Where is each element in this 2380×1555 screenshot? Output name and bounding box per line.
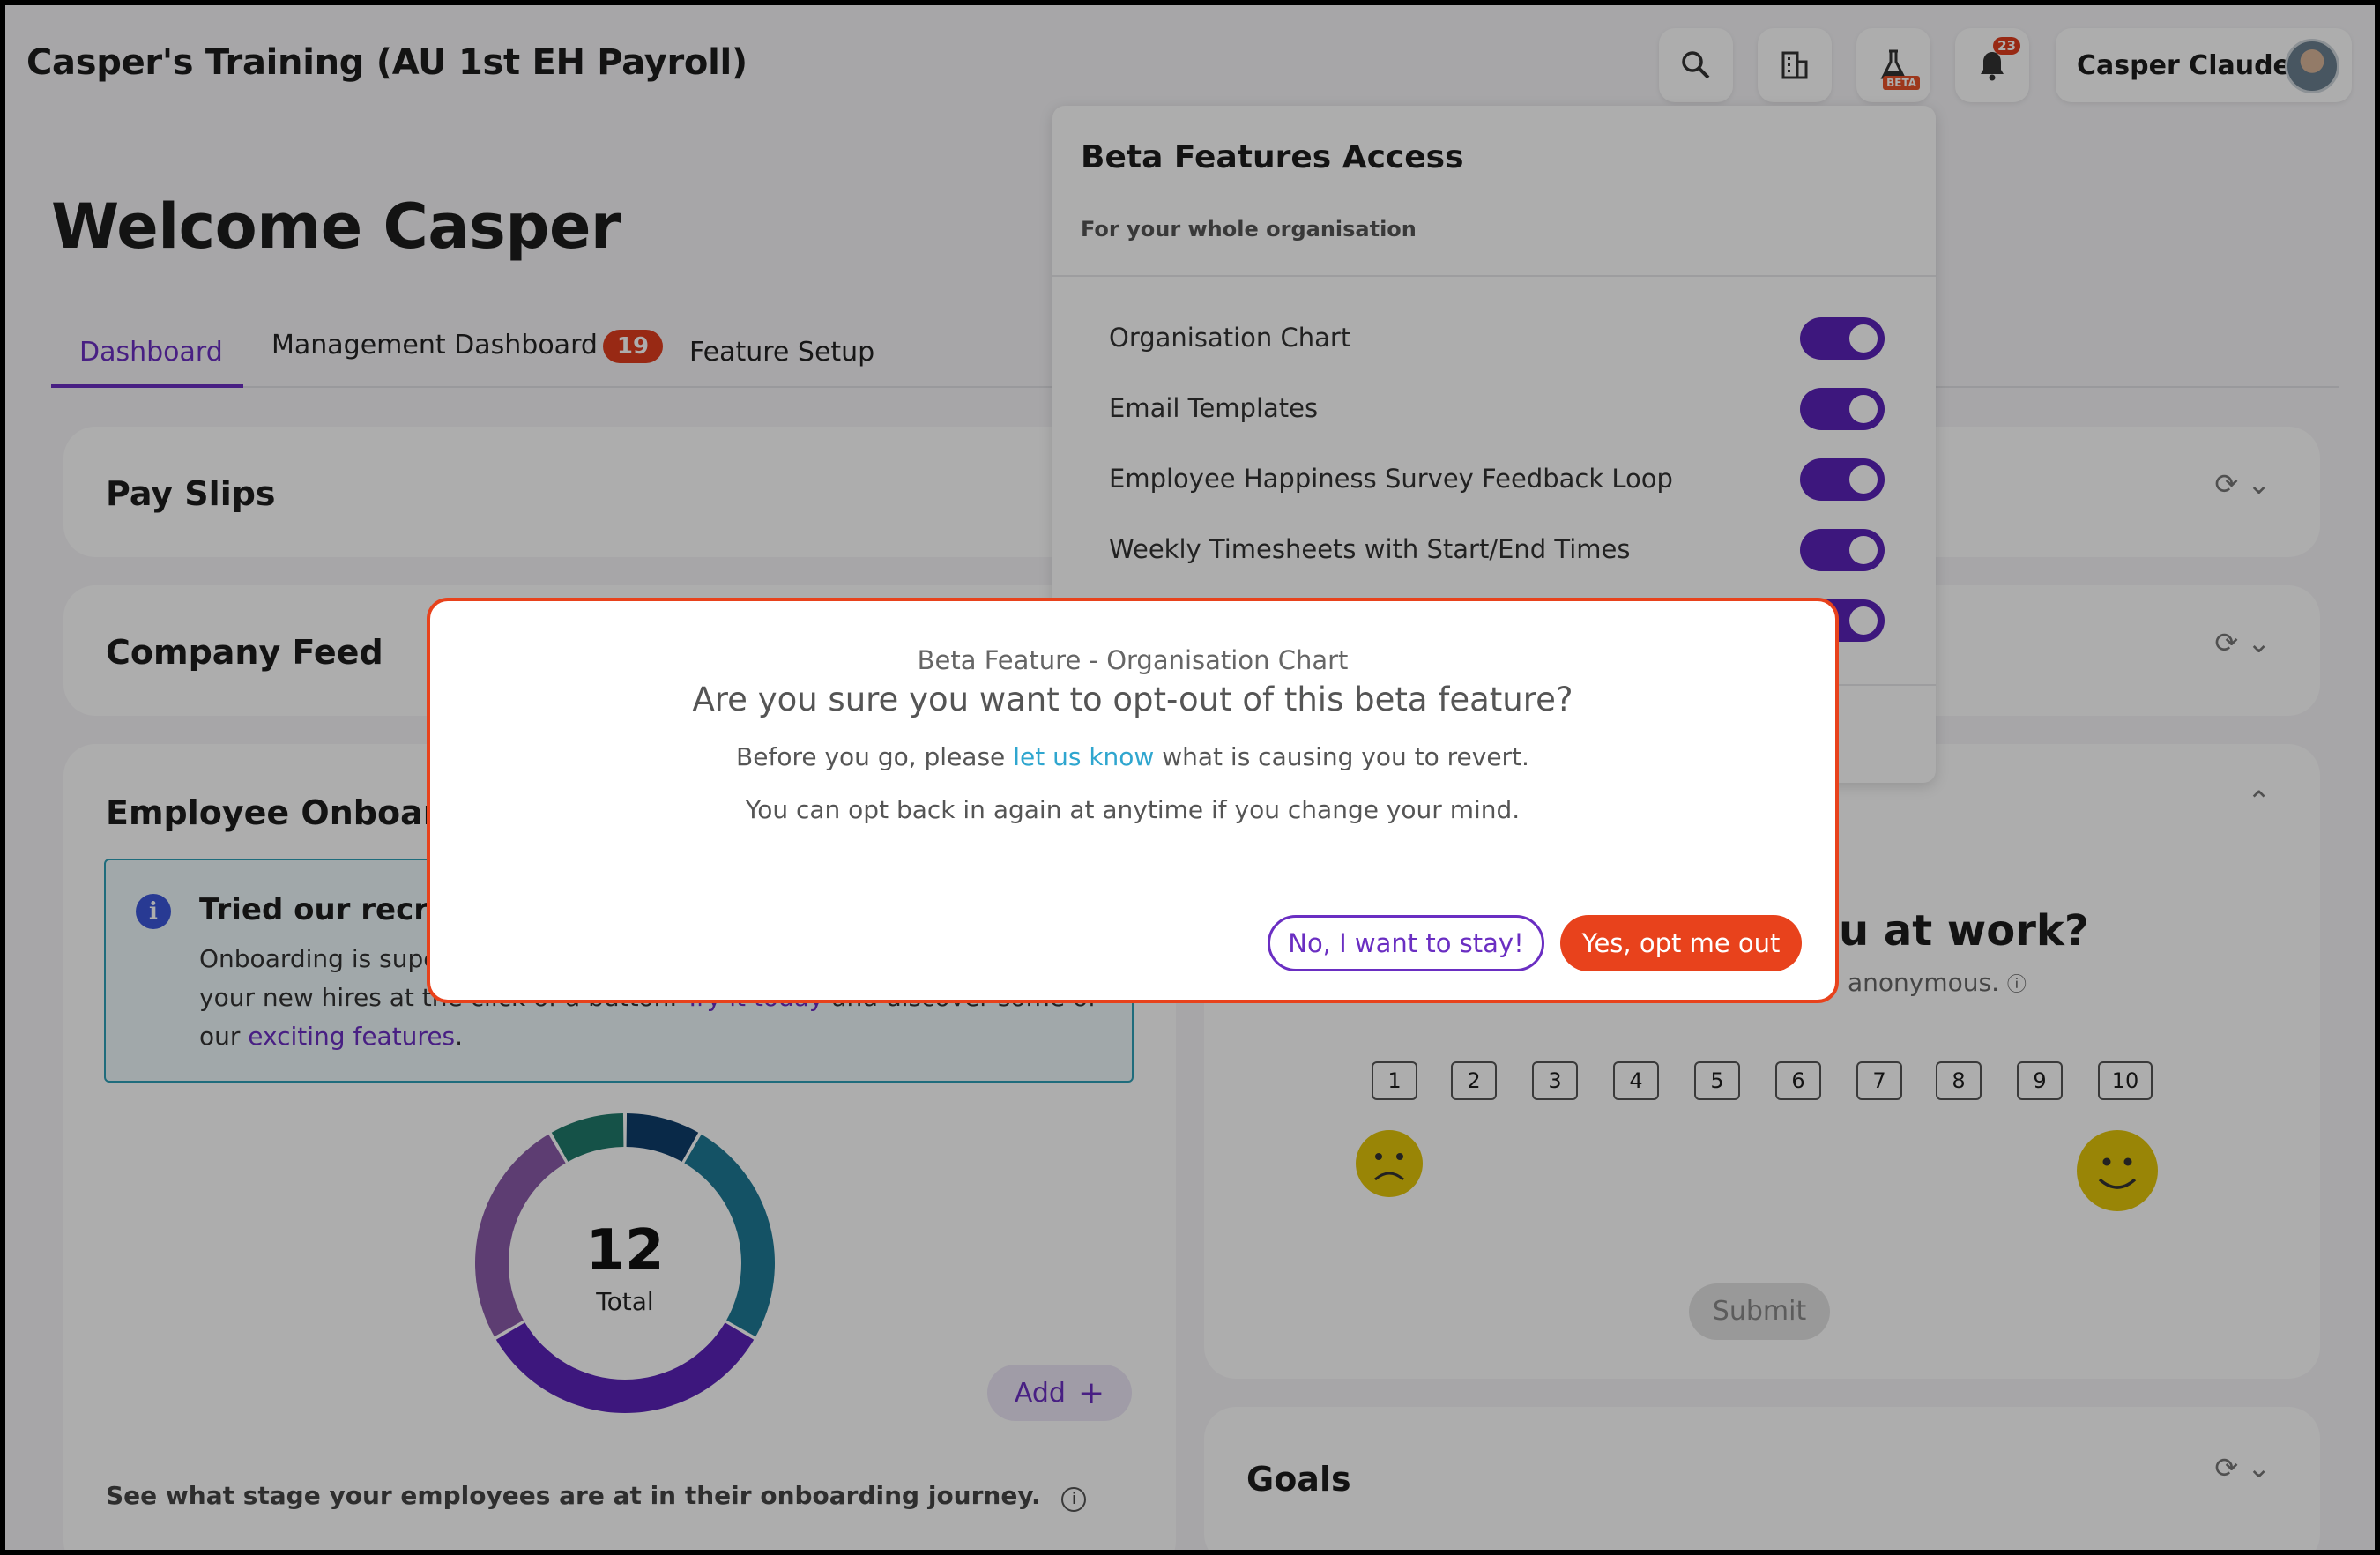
stay-button[interactable]: No, I want to stay! [1268,915,1544,971]
dialog-text-feedback: Before you go, please let us know what i… [430,742,1835,771]
opt-out-confirm-dialog: Beta Feature - Organisation Chart Are yo… [427,598,1839,1003]
let-us-know-link[interactable]: let us know [1013,742,1154,771]
dialog-text-opt-back: You can opt back in again at anytime if … [745,795,1521,824]
dialog-text: Before you go, please [736,742,1006,771]
dialog-text: what is causing you to revert. [1162,742,1529,771]
opt-out-button[interactable]: Yes, opt me out [1560,915,1802,971]
dialog-subtitle: Beta Feature - Organisation Chart [917,645,1349,675]
dialog-question: Are you sure you want to opt-out of this… [692,681,1573,718]
